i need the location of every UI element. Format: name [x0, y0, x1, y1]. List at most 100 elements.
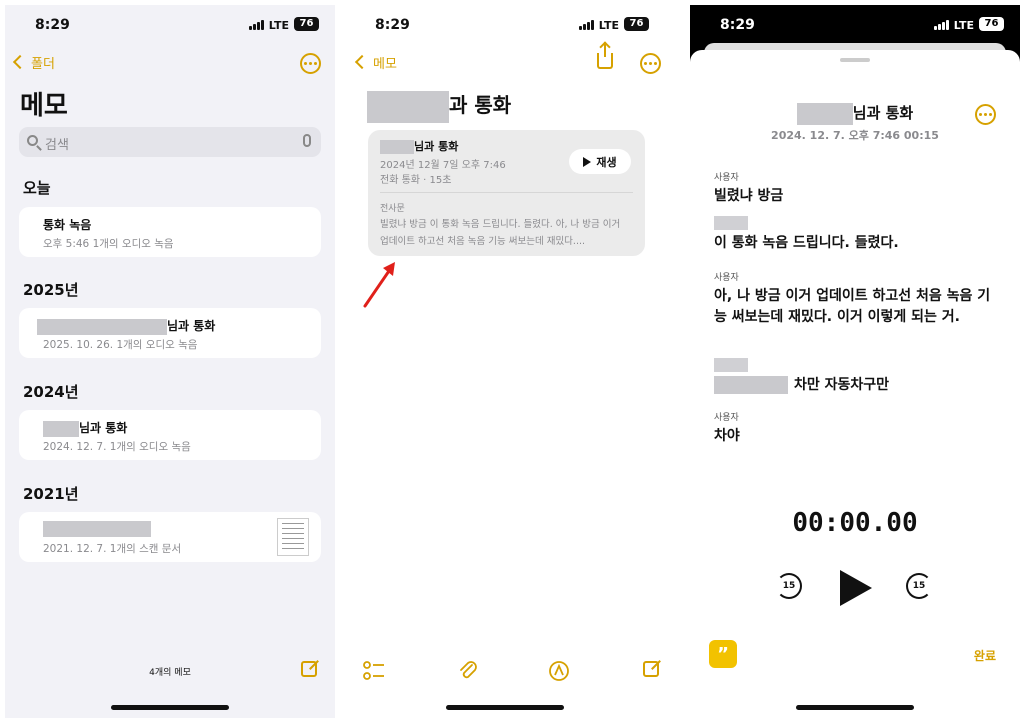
redacted-name: [796, 102, 853, 125]
utterance-row: 차만 자동차구만: [714, 375, 889, 396]
note-title: 통화 녹음: [43, 218, 92, 232]
status-bar: 8:29 LTE 76: [5, 5, 335, 45]
utterance-text: 차만 자동차구만: [794, 377, 890, 393]
network-label: LTE: [268, 19, 289, 32]
play-icon: [583, 156, 592, 167]
note-item[interactable]: 2021. 12. 7. 1개의 스캔 문서: [19, 512, 321, 562]
redacted-name: [714, 376, 788, 394]
transcript-toggle-button[interactable]: ”: [709, 640, 737, 668]
notes-list-screen: 8:29 LTE 76 폴더 메모 검색 오늘 통화 녹음 오후 5:46 1개…: [5, 5, 335, 718]
status-time: 8:29: [35, 17, 70, 33]
card-date: 2024년 12월 7일 오후 7:46: [380, 160, 506, 171]
transcript-line: 사용자 빌렸냐 방금: [714, 170, 783, 207]
play-button[interactable]: 재생: [569, 149, 631, 174]
transcript-line: 사용자 아, 나 방금 이거 업데이트 하고선 처음 녹음 기능 써보는데 재밌…: [714, 270, 998, 328]
transcript-line: 사용자 차야: [714, 410, 740, 447]
recording-title-row: 님과 통화: [690, 102, 1020, 125]
back-label: 메모: [373, 57, 397, 72]
skip-back-15-button[interactable]: 15: [776, 573, 802, 599]
search-placeholder: 검색: [45, 138, 69, 153]
status-time: 8:29: [720, 17, 755, 33]
redacted-name: [380, 140, 414, 154]
share-icon[interactable]: [597, 43, 613, 69]
signal-icon: [934, 20, 950, 30]
transcript-line: 이 통화 녹음 드립니다. 들렸다.: [714, 216, 899, 254]
home-indicator: [796, 705, 914, 710]
redacted-name: [367, 90, 449, 123]
network-label: LTE: [598, 19, 619, 32]
note-title-row: 과 통화: [367, 89, 511, 123]
signal-icon: [579, 20, 595, 30]
note-detail-screen: 8:29 LTE 76 메모 과 통화 님과 통화 2024년 12월 7일 오…: [345, 5, 665, 718]
note-title-row: 님과 통화: [37, 317, 215, 335]
play-label: 재생: [596, 155, 617, 169]
red-arrow-annotation: [363, 262, 395, 308]
markup-pen-icon[interactable]: [548, 660, 570, 682]
scan-thumbnail: [277, 518, 309, 556]
recording-meta: 2024. 12. 7. 오후 7:46 00:15: [771, 129, 939, 142]
status-bar: 8:29 LTE 76: [690, 5, 1020, 45]
card-subtitle: 전화 통화 · 15초: [380, 175, 452, 186]
redacted-name: [43, 420, 79, 437]
recording-title: 님과 통화: [852, 104, 914, 122]
more-options-button[interactable]: [300, 53, 321, 74]
search-input[interactable]: 검색: [19, 127, 321, 157]
note-subtitle: 오후 5:46 1개의 오디오 녹음: [43, 238, 174, 250]
page-title: 메모: [20, 91, 68, 121]
note-item[interactable]: 통화 녹음 오후 5:46 1개의 오디오 녹음: [19, 207, 321, 257]
back-button-folders[interactable]: 폴더: [12, 53, 55, 72]
more-options-button[interactable]: [640, 53, 661, 74]
home-indicator: [446, 705, 564, 710]
section-heading-today: 오늘: [23, 179, 51, 197]
transcript-line: 차만 자동차구만: [714, 358, 889, 396]
quote-icon: ”: [717, 644, 729, 665]
skip-back-label: 15: [782, 581, 796, 591]
utterance-text: 차야: [714, 428, 740, 444]
note-subtitle: 2025. 10. 26. 1개의 오디오 녹음: [43, 339, 198, 351]
note-title-row: 님과 통화: [43, 419, 127, 437]
section-heading-2021: 2021년: [23, 485, 79, 503]
checklist-icon[interactable]: [363, 660, 385, 682]
note-item[interactable]: 님과 통화 2025. 10. 26. 1개의 오디오 녹음: [19, 308, 321, 358]
transcript-heading: 전사문: [380, 204, 405, 214]
utterance-text: 아, 나 방금 이거 업데이트 하고선 처음 녹음 기능 써보는데 재밌다. 이…: [714, 288, 991, 325]
audio-recording-card[interactable]: 님과 통화 2024년 12월 7일 오후 7:46 전화 통화 · 15초 재…: [368, 130, 645, 256]
speaker-label: 사용자: [714, 413, 739, 423]
note-count: 4개의 메모: [149, 668, 191, 678]
done-button[interactable]: 완료: [974, 647, 996, 664]
home-indicator: [111, 705, 229, 710]
note-title: 과 통화: [449, 93, 512, 117]
note-subtitle: 2021. 12. 7. 1개의 스캔 문서: [43, 543, 182, 555]
recording-playback-screen: 8:29 LTE 76 님과 통화 2024. 12. 7. 오후 7:46 0…: [690, 5, 1020, 718]
paperclip-icon[interactable]: [457, 660, 479, 682]
back-label: 폴더: [31, 57, 55, 72]
note-subtitle: 2024. 12. 7. 1개의 오디오 녹음: [43, 441, 191, 453]
status-bar: 8:29 LTE 76: [345, 5, 665, 45]
play-button[interactable]: [840, 570, 872, 606]
back-button-notes[interactable]: 메모: [354, 53, 397, 72]
compose-icon[interactable]: [301, 661, 317, 677]
signal-icon: [249, 20, 265, 30]
card-title: 님과 통화: [414, 140, 459, 153]
card-title-row: 님과 통화: [380, 138, 458, 154]
utterance-text: 이 통화 녹음 드립니다. 들렸다.: [714, 235, 899, 251]
section-heading-2025: 2025년: [23, 281, 79, 299]
note-item[interactable]: 님과 통화 2024. 12. 7. 1개의 오디오 녹음: [19, 410, 321, 460]
redacted-name: [37, 318, 167, 335]
skip-forward-15-button[interactable]: 15: [906, 573, 932, 599]
chevron-left-icon: [354, 54, 370, 70]
compose-icon[interactable]: [643, 661, 659, 677]
speaker-label: 사용자: [714, 273, 739, 283]
section-heading-2024: 2024년: [23, 383, 79, 401]
more-options-button[interactable]: [975, 104, 996, 125]
network-label: LTE: [953, 19, 974, 32]
redacted-name: [43, 521, 151, 537]
sheet-grabber[interactable]: [840, 58, 870, 62]
status-time: 8:29: [375, 17, 410, 33]
transcript-preview: 빌렸냐 방금 이 통화 녹음 드립니다. 들렸다. 아, 나 방금 이거 업데이…: [380, 219, 621, 247]
chevron-left-icon: [12, 54, 28, 70]
battery-icon: 76: [979, 17, 1004, 31]
battery-icon: 76: [624, 17, 649, 31]
microphone-icon[interactable]: [303, 134, 311, 147]
utterance-text: 빌렸냐 방금: [714, 188, 784, 204]
